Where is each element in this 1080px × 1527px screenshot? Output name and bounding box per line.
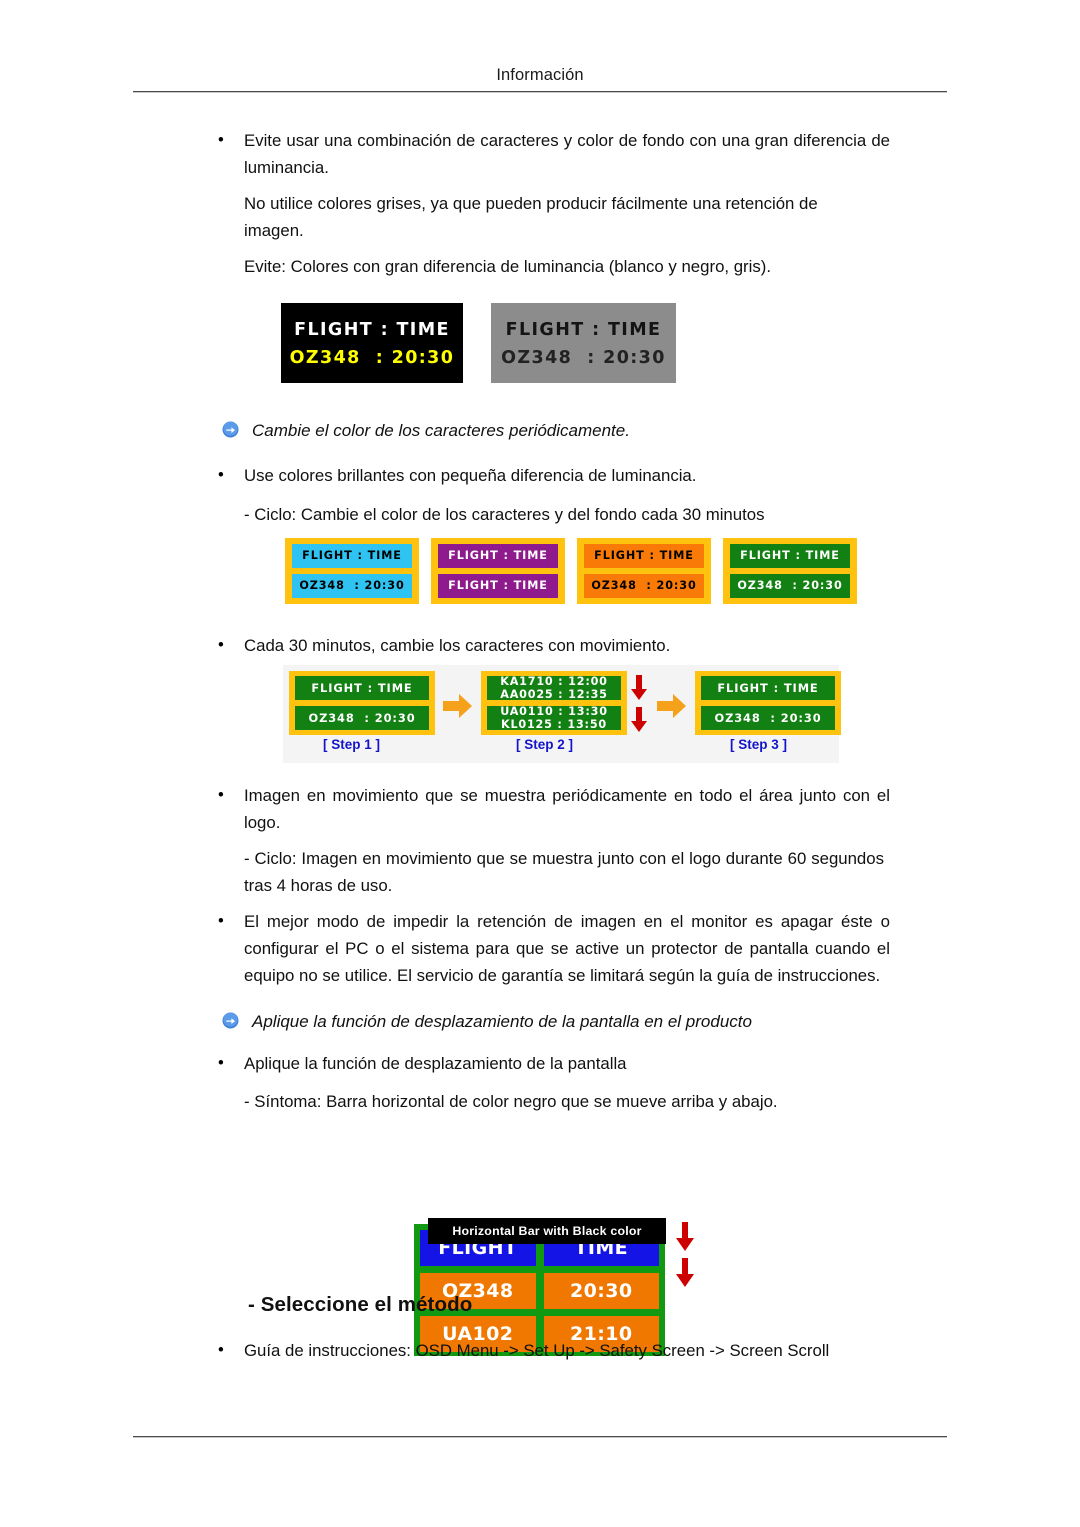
blue-arrow-bullet-icon [222, 1009, 252, 1029]
flight-panel-grey: FLIGHT : TIME OZ348 : 20:30 [491, 303, 676, 383]
paragraph-gray-colors: No utilice colores grises, ya que pueden… [244, 194, 818, 240]
bullet-glyph: • [218, 786, 224, 804]
bullet-item-1-text: Evite usar una combinación de caracteres… [244, 131, 890, 177]
bullet-glyph: • [218, 1341, 224, 1359]
cycle-panel-purple-row2: FLIGHT : TIME [438, 574, 558, 598]
section-heading-select-method: - Seleccione el método [248, 1293, 473, 1316]
horizontal-bar-row-2-right: 20:30 [543, 1273, 659, 1309]
document-page: Información • Evite usar una combinación… [0, 0, 1080, 1527]
step2-label: [ Step 2 ] [516, 737, 574, 752]
step2-panel: KA1710 : 12:00 AA0025 : 12:35 UA0110 : 1… [481, 671, 627, 735]
flight-panel-black-row2: OZ348 : 20:30 [289, 348, 455, 368]
figure-luminance-examples: FLIGHT : TIME OZ348 : 20:30 FLIGHT : TIM… [281, 303, 676, 383]
step3-row2: OZ348 : 20:30 [701, 706, 835, 730]
arrow-heading-change-color-text: Cambie el color de los caracteres periód… [252, 421, 630, 440]
cycle-panel-purple: FLIGHT : TIME FLIGHT : TIME [431, 538, 565, 604]
arrow-heading-change-color: Cambie el color de los caracteres periód… [222, 418, 882, 444]
flight-panel-black-row1: FLIGHT : TIME [294, 320, 450, 340]
bullet-item-4: • Imagen en movimiento que se muestra pe… [212, 782, 892, 836]
page-header-title: Información [496, 66, 584, 84]
bullet-glyph: • [218, 912, 224, 930]
step3-label: [ Step 3 ] [730, 737, 788, 752]
bullet-item-3: • Cada 30 minutos, cambie los caracteres… [212, 632, 892, 659]
step1-row2: OZ348 : 20:30 [295, 706, 429, 730]
bullet-item-6-text: Aplique la función de desplazamiento de … [244, 1054, 627, 1073]
orange-arrow-icon-1 [443, 693, 473, 724]
red-down-arrow-icon-1 [631, 675, 647, 706]
flight-panel-black: FLIGHT : TIME OZ348 : 20:30 [281, 303, 463, 383]
paragraph-avoid-luminance: Evite: Colores con gran diferencia de lu… [244, 257, 772, 276]
red-down-arrow-icon-2 [631, 707, 647, 738]
step2-row1-bottom: AA0025 : 12:35 [500, 688, 608, 700]
flight-panel-grey-row1: FLIGHT : TIME [505, 320, 662, 340]
bullet-item-5-text: El mejor modo de impedir la retención de… [244, 912, 890, 985]
cycle-panel-green: FLIGHT : TIME OZ348 : 20:30 [723, 538, 857, 604]
step2-row1: KA1710 : 12:00 AA0025 : 12:35 [487, 676, 621, 700]
blue-arrow-bullet-icon [222, 418, 252, 438]
arrow-heading-screen-scroll: Aplique la función de desplazamiento de … [222, 1009, 902, 1035]
cycle-panel-cyan: FLIGHT : TIME OZ348 : 20:30 [285, 538, 419, 604]
arrow-heading-screen-scroll-text: Aplique la función de desplazamiento de … [252, 1012, 752, 1031]
header-divider [133, 91, 947, 93]
step2-row1-top: KA1710 : 12:00 [500, 676, 608, 688]
step2-row2: UA0110 : 13:30 KL0125 : 13:50 [487, 706, 621, 730]
bullet-glyph: • [218, 636, 224, 654]
red-down-arrow-icon-3 [676, 1222, 694, 1257]
bullet-item-2: • Use colores brillantes con pequeña dif… [212, 462, 892, 489]
step2-row2-bottom: KL0125 : 13:50 [500, 718, 607, 730]
figure-step-animation: FLIGHT : TIME OZ348 : 20:30 [ Step 1 ] K… [283, 665, 841, 763]
bullet-item-1: • Evite usar una combinación de caracter… [212, 127, 892, 181]
paragraph-cycle-30min: - Ciclo: Cambie el color de los caracter… [244, 505, 765, 524]
bullet-glyph: • [218, 1054, 224, 1072]
cycle-panel-green-row2: OZ348 : 20:30 [730, 574, 850, 598]
horizontal-black-bar-caption: Horizontal Bar with Black color [428, 1218, 666, 1244]
cycle-panel-cyan-row1: FLIGHT : TIME [292, 544, 412, 568]
cycle-panel-green-row1: FLIGHT : TIME [730, 544, 850, 568]
bullet-item-7: • Guía de instrucciones: OSD Menu -> Set… [212, 1337, 892, 1364]
step1-label: [ Step 1 ] [323, 737, 381, 752]
cycle-panel-orange-row1: FLIGHT : TIME [584, 544, 704, 568]
bullet-item-3-text: Cada 30 minutos, cambie los caracteres c… [244, 636, 671, 655]
bullet-item-7-text: Guía de instrucciones: OSD Menu -> Set U… [244, 1341, 830, 1360]
red-down-arrow-icon-4 [676, 1258, 694, 1293]
step1-row1: FLIGHT : TIME [295, 676, 429, 700]
cycle-panel-orange: FLIGHT : TIME OZ348 : 20:30 [577, 538, 711, 604]
step3-panel: FLIGHT : TIME OZ348 : 20:30 [695, 671, 841, 735]
bullet-glyph: • [218, 466, 224, 484]
paragraph-cycle-logo: - Ciclo: Imagen en movimiento que se mue… [244, 849, 884, 895]
step1-panel: FLIGHT : TIME OZ348 : 20:30 [289, 671, 435, 735]
bullet-item-4-text: Imagen en movimiento que se muestra peri… [244, 786, 890, 832]
cycle-panel-cyan-row2: OZ348 : 20:30 [292, 574, 412, 598]
step2-row2-top: UA0110 : 13:30 [500, 706, 608, 718]
footer-divider [133, 1436, 947, 1438]
cycle-panel-purple-row1: FLIGHT : TIME [438, 544, 558, 568]
orange-arrow-icon-2 [657, 693, 687, 724]
bullet-glyph: • [218, 131, 224, 149]
figure-color-cycle: FLIGHT : TIME OZ348 : 20:30 FLIGHT : TIM… [285, 538, 857, 604]
flight-panel-grey-row2: OZ348 : 20:30 [501, 348, 666, 368]
bullet-item-2-text: Use colores brillantes con pequeña difer… [244, 466, 697, 485]
bullet-item-5: • El mejor modo de impedir la retención … [212, 908, 892, 989]
cycle-panel-orange-row2: OZ348 : 20:30 [584, 574, 704, 598]
paragraph-symptom-black-bar: - Síntoma: Barra horizontal de color neg… [244, 1092, 778, 1111]
step3-row1: FLIGHT : TIME [701, 676, 835, 700]
bullet-item-6: • Aplique la función de desplazamiento d… [212, 1050, 892, 1077]
